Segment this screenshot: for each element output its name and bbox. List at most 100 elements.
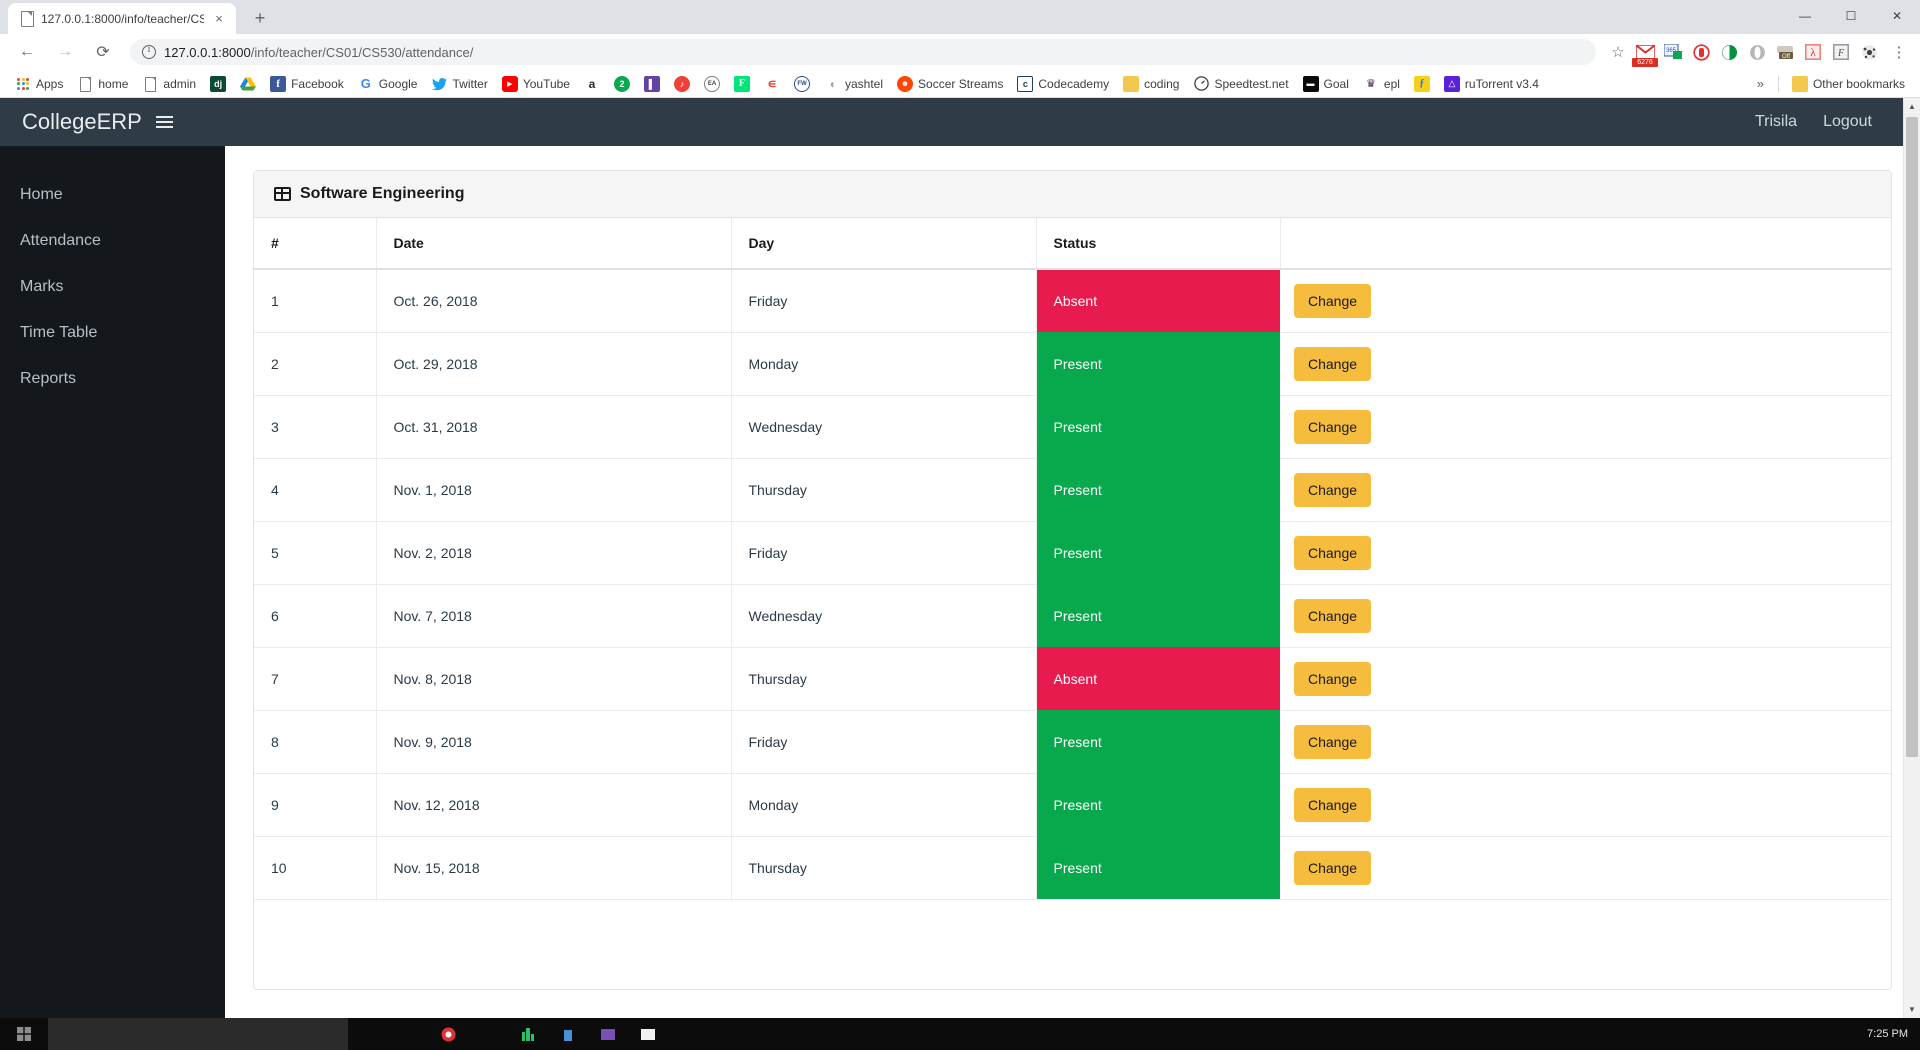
bookmark-label: Codecademy: [1038, 76, 1110, 91]
user-name-link[interactable]: Trisila: [1755, 113, 1797, 131]
bookmark-fw[interactable]: FW: [787, 72, 817, 96]
taskbar-app-icon[interactable]: [468, 1018, 508, 1050]
bookmark-apps[interactable]: Apps: [8, 72, 70, 96]
bookmark-goal[interactable]: ▬ Goal: [1296, 72, 1356, 96]
hotstar-icon: ∊: [767, 75, 777, 91]
window-controls: — ☐ ✕: [1782, 0, 1920, 32]
gmail-extension-icon[interactable]: 6276: [1632, 39, 1658, 67]
bookmark-google[interactable]: G Google: [351, 72, 425, 96]
bookmark-twitch[interactable]: ▌: [637, 72, 667, 96]
bookmark-youtube[interactable]: ▶ YouTube: [495, 72, 577, 96]
menu-icon[interactable]: [155, 116, 173, 128]
taskbar-chrome-icon[interactable]: [428, 1018, 468, 1050]
bookmark-flipkart-2[interactable]: ƒ: [1407, 72, 1437, 96]
sidebar-item-marks[interactable]: Marks: [0, 264, 225, 310]
adblock-extension-icon[interactable]: [1688, 39, 1714, 65]
soccer-extension-icon[interactable]: [1856, 39, 1882, 65]
page-scrollbar[interactable]: ▲ ▼: [1903, 98, 1920, 1018]
sidebar-item-home[interactable]: Home: [0, 172, 225, 218]
change-button[interactable]: Change: [1294, 283, 1372, 318]
change-button[interactable]: Change: [1294, 409, 1372, 444]
browser-tab[interactable]: 127.0.0.1:8000/info/teacher/CS01 ×: [8, 3, 236, 34]
pocket-extension-icon[interactable]: Off: [1772, 39, 1798, 65]
codecademy-icon: c: [1017, 75, 1034, 92]
office365-extension-icon[interactable]: 365: [1660, 39, 1686, 65]
bookmark-admin[interactable]: admin: [135, 72, 203, 96]
bookmark-home[interactable]: home: [70, 72, 135, 96]
cell-date: Nov. 2, 2018: [376, 521, 732, 585]
bookmark-coding-folder[interactable]: coding: [1116, 72, 1186, 96]
cell-action: Change: [1280, 710, 1891, 774]
bookmark-label: yashtel: [844, 76, 884, 91]
taskbar-search-box[interactable]: [48, 1018, 348, 1050]
bookmark-rutorrent[interactable]: △ ruTorrent v3.4: [1437, 72, 1546, 96]
browser-menu-icon[interactable]: ⋮: [1886, 39, 1912, 65]
ghostery-extension-icon[interactable]: [1716, 39, 1742, 65]
table-header-row: # Date Day Status: [254, 218, 1891, 270]
maximize-button[interactable]: ☐: [1828, 0, 1874, 32]
reload-icon[interactable]: ⟳: [88, 37, 118, 67]
sidebar-item-time-table[interactable]: Time Table: [0, 310, 225, 356]
bookmark-flipkart[interactable]: F: [727, 72, 757, 96]
bookmarks-overflow-icon[interactable]: »: [1749, 76, 1772, 91]
change-button[interactable]: Change: [1294, 724, 1372, 759]
other-bookmarks-button[interactable]: Other bookmarks: [1785, 72, 1912, 96]
taskbar-app-icon[interactable]: [588, 1018, 628, 1050]
change-button[interactable]: Change: [1294, 535, 1372, 570]
bookmark-label: Soccer Streams: [918, 76, 1004, 91]
svg-text:Off: Off: [1782, 54, 1790, 60]
bookmark-facebook[interactable]: f Facebook: [263, 72, 351, 96]
change-button[interactable]: Change: [1294, 472, 1372, 507]
start-button-icon[interactable]: [0, 1018, 48, 1050]
bookmark-google-drive[interactable]: [233, 72, 263, 96]
app-brand[interactable]: CollegeERP: [22, 109, 142, 135]
site-info-icon[interactable]: [142, 44, 156, 59]
fastmail-extension-icon[interactable]: F: [1828, 39, 1854, 65]
forward-icon[interactable]: →: [50, 37, 80, 67]
taskbar-clock[interactable]: 7:25 PM: [1867, 1028, 1920, 1040]
change-button[interactable]: Change: [1294, 661, 1372, 696]
sidebar-item-attendance[interactable]: Attendance: [0, 218, 225, 264]
change-button[interactable]: Change: [1294, 850, 1372, 885]
reddit-icon: ☻: [897, 75, 914, 92]
bookmark-soccer-streams[interactable]: ☻ Soccer Streams: [890, 72, 1010, 96]
bookmark-twitter[interactable]: Twitter: [424, 72, 494, 96]
bookmark-hotstar[interactable]: ∊: [757, 72, 787, 96]
cell-date: Oct. 26, 2018: [376, 269, 732, 333]
change-button[interactable]: Change: [1294, 787, 1372, 822]
attendance-card: Software Engineering # Date Day Status 1…: [253, 170, 1892, 990]
back-icon[interactable]: ←: [12, 37, 42, 67]
taskbar-items: [348, 1018, 668, 1050]
taskbar-app-icon[interactable]: [548, 1018, 588, 1050]
taskbar-app-icon[interactable]: [628, 1018, 668, 1050]
bookmark-star-icon[interactable]: ☆: [1604, 38, 1632, 66]
opera-extension-icon[interactable]: [1744, 39, 1770, 65]
taskbar-app-icon[interactable]: [388, 1018, 428, 1050]
change-button[interactable]: Change: [1294, 598, 1372, 633]
taskbar-app-icon[interactable]: [348, 1018, 388, 1050]
address-bar[interactable]: 127.0.0.1:8000/info/teacher/CS01/CS530/a…: [130, 39, 1596, 65]
table-row: 2 Oct. 29, 2018 Monday Present Change: [254, 332, 1891, 396]
bookmark-epl[interactable]: ♛ epl: [1356, 72, 1407, 96]
close-icon[interactable]: ×: [211, 11, 227, 27]
bookmark-music[interactable]: ♪: [667, 72, 697, 96]
scroll-down-arrow-icon[interactable]: ▼: [1904, 1001, 1920, 1018]
bookmark-amazon[interactable]: a: [577, 72, 607, 96]
minimize-button[interactable]: —: [1782, 0, 1828, 32]
bookmark-yashtel[interactable]: ◖ yashtel: [817, 72, 890, 96]
change-button[interactable]: Change: [1294, 346, 1372, 381]
sidebar-item-reports[interactable]: Reports: [0, 356, 225, 402]
close-window-button[interactable]: ✕: [1874, 0, 1920, 32]
bookmark-codecademy[interactable]: c Codecademy: [1010, 72, 1116, 96]
scroll-up-arrow-icon[interactable]: ▲: [1904, 98, 1920, 115]
taskbar-app-icon[interactable]: [508, 1018, 548, 1050]
logout-link[interactable]: Logout: [1823, 113, 1872, 131]
scrollbar-thumb[interactable]: [1906, 117, 1918, 757]
adobe-acrobat-extension-icon[interactable]: λ: [1800, 39, 1826, 65]
bookmark-2captcha[interactable]: 2: [607, 72, 637, 96]
bookmark-ea[interactable]: EA: [697, 72, 727, 96]
bookmark-django[interactable]: dj: [203, 72, 233, 96]
bookmark-label: ruTorrent v3.4: [1464, 76, 1539, 91]
new-tab-button[interactable]: +: [246, 4, 274, 32]
bookmark-speedtest[interactable]: Speedtest.net: [1186, 72, 1295, 96]
